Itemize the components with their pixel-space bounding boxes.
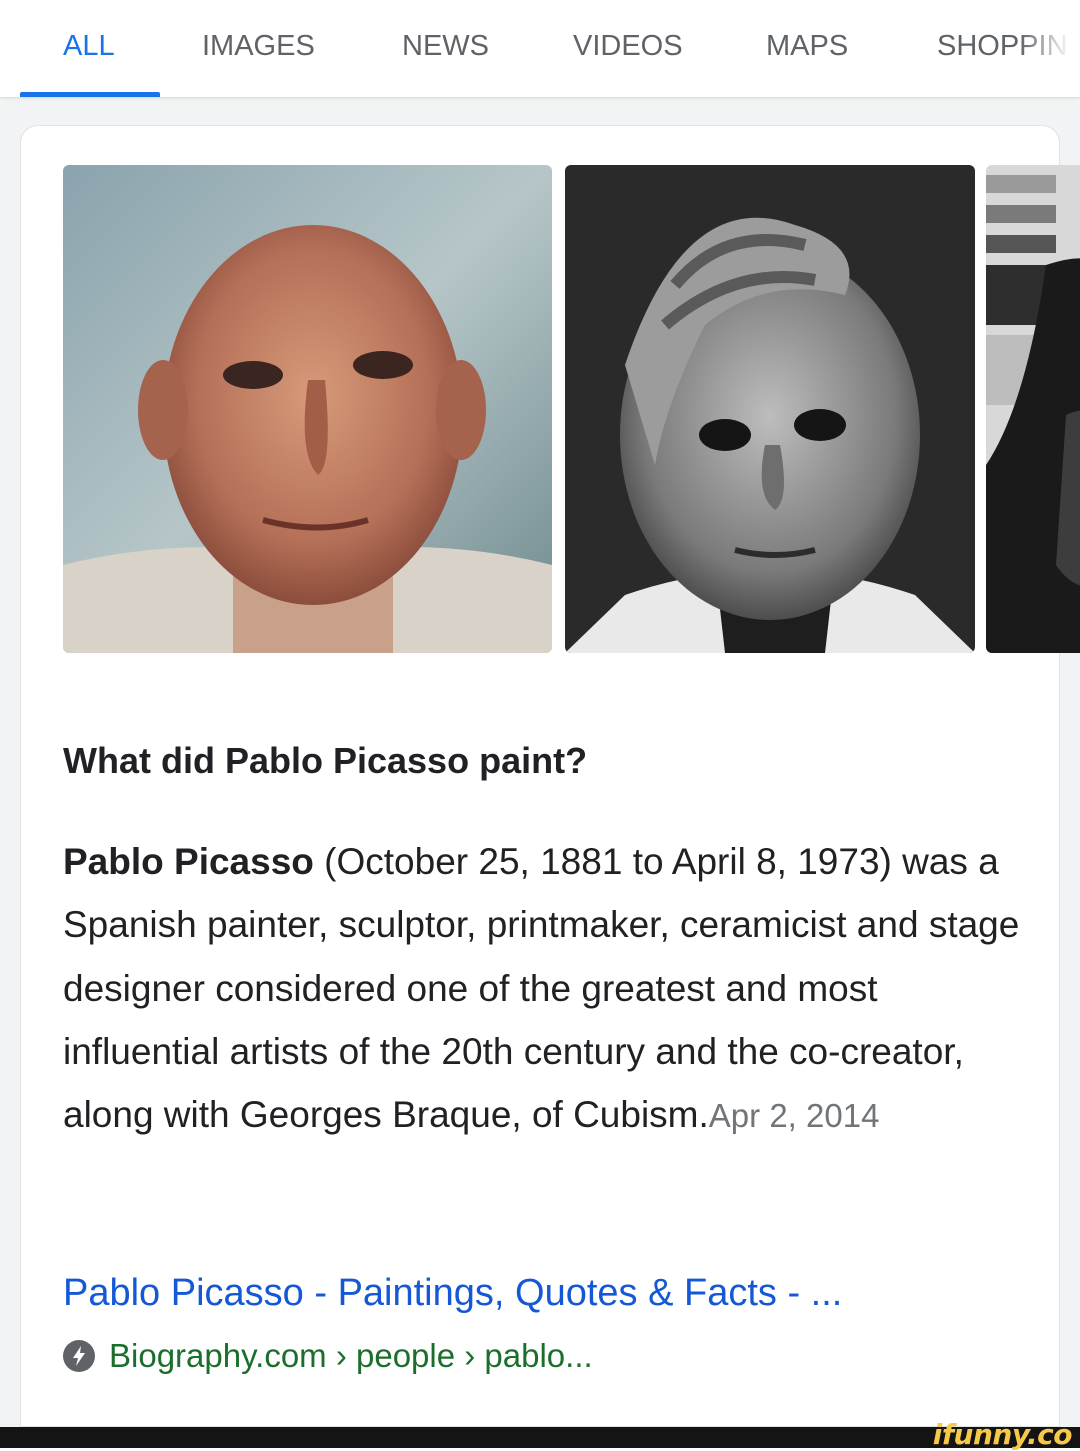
footer-bar <box>0 1427 1080 1448</box>
tab-news[interactable]: NEWS <box>402 26 489 66</box>
snippet-question: What did Pablo Picasso paint? <box>63 740 588 781</box>
search-tabs: ALL IMAGES NEWS VIDEOS MAPS SHOPPIN <box>0 0 1080 97</box>
watermark-logo: ifunny.co <box>932 1418 1073 1451</box>
image-carousel[interactable] <box>63 165 1080 655</box>
portrait-photo-icon <box>986 165 1080 653</box>
tab-images[interactable]: IMAGES <box>202 26 315 66</box>
portrait-photo-icon <box>63 165 552 653</box>
tabs-fade <box>1020 0 1080 90</box>
amp-lightning-icon <box>63 1340 95 1372</box>
tab-all[interactable]: ALL <box>63 26 115 66</box>
answer-subject: Pablo Picasso <box>63 841 314 882</box>
answer-date: Apr 2, 2014 <box>708 1097 880 1135</box>
answer-body: (October 25, 1881 to April 8, 1973) was … <box>63 841 1020 1136</box>
image-thumbnail-2[interactable] <box>565 165 975 653</box>
image-thumbnail-3[interactable] <box>986 165 1080 653</box>
image-thumbnail-1[interactable] <box>63 165 552 653</box>
source-url-text: Biography.com › people › pablo... <box>109 1337 593 1374</box>
source-url[interactable]: Biography.com › people › pablo... <box>63 1334 593 1378</box>
tab-maps[interactable]: MAPS <box>766 26 848 66</box>
tab-videos[interactable]: VIDEOS <box>573 26 683 66</box>
snippet-answer: Pablo Picasso (October 25, 1881 to April… <box>63 830 1033 1147</box>
active-tab-indicator <box>20 92 160 97</box>
portrait-photo-icon <box>565 165 975 653</box>
source-link[interactable]: Pablo Picasso - Paintings, Quotes & Fact… <box>63 1272 842 1315</box>
